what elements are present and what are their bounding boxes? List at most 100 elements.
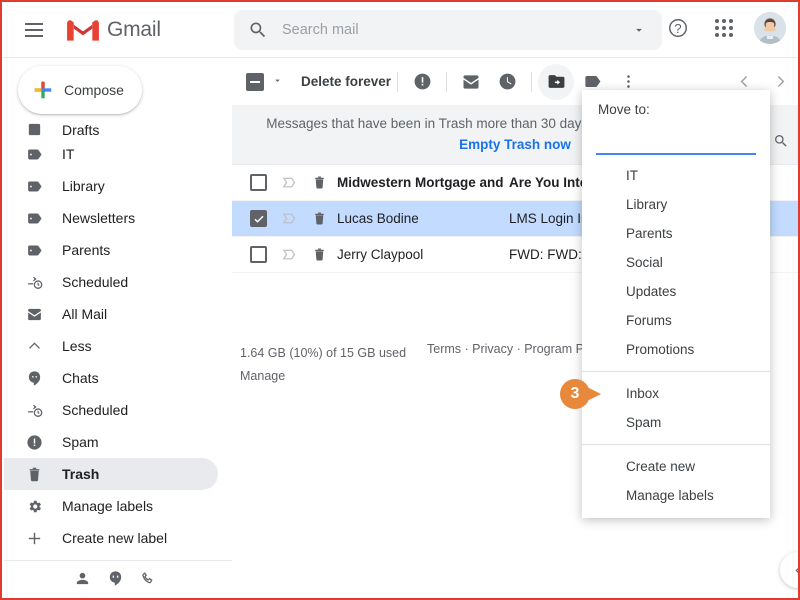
row-checkbox[interactable]: [250, 246, 267, 263]
menu-item-it[interactable]: IT: [582, 161, 770, 190]
label-tag-icon: [26, 146, 62, 163]
avatar[interactable]: [754, 12, 786, 44]
all-mail-icon: [26, 306, 62, 323]
sidebar-item-create-new-label[interactable]: Create new label: [4, 522, 232, 554]
sidebar-item-label: Scheduled: [62, 274, 129, 290]
callout-number: 3: [560, 378, 590, 409]
menu-item-spam[interactable]: Spam: [582, 408, 770, 437]
sidebar-item-label: Parents: [62, 242, 111, 258]
sidebar: Compose Drafts IT Library Newsletters Parent…: [4, 58, 232, 566]
move-to-title: Move to:: [598, 102, 650, 117]
menu-item-social[interactable]: Social: [582, 248, 770, 277]
help-icon[interactable]: ?: [656, 6, 700, 50]
scheduled-icon: [26, 274, 62, 291]
menu-item-label: Create new: [626, 459, 696, 474]
sidebar-item-label: All Mail: [62, 306, 108, 322]
important-marker-icon[interactable]: [281, 210, 298, 227]
move-to-icon[interactable]: [538, 63, 575, 100]
report-spam-icon[interactable]: [404, 64, 440, 100]
search-bar[interactable]: [234, 10, 662, 50]
empty-trash-link[interactable]: Empty Trash now: [459, 137, 571, 152]
sidebar-item-it[interactable]: IT: [4, 138, 232, 170]
label-tag-icon: [26, 242, 62, 259]
sidebar-item-label: Drafts: [62, 122, 100, 138]
sidebar-item-manage-labels[interactable]: Manage labels: [4, 490, 232, 522]
menu-item-forums[interactable]: Forums: [582, 306, 770, 335]
sidebar-item-less[interactable]: Less: [4, 330, 232, 362]
mail-sender: Midwestern Mortgage and: [337, 175, 504, 190]
sidebar-item-label: Library: [62, 178, 105, 194]
header-actions: ?: [656, 6, 790, 50]
search-icon: [234, 20, 282, 40]
menu-divider: [582, 444, 770, 445]
plus-icon: [26, 530, 62, 547]
toolbar-divider: [531, 71, 533, 92]
toolbar-divider: [446, 71, 448, 92]
important-marker-icon[interactable]: [281, 246, 298, 263]
sidebar-item-spam[interactable]: Spam: [4, 426, 232, 458]
indeterminate-checkbox-icon[interactable]: [246, 72, 264, 91]
move-to-search-input[interactable]: [596, 133, 773, 149]
menu-item-label: Spam: [626, 415, 662, 430]
apps-grid-icon[interactable]: [702, 6, 746, 50]
plus-icon: [34, 81, 52, 99]
menu-item-promotions[interactable]: Promotions: [582, 335, 770, 364]
phone-icon[interactable]: [140, 570, 157, 587]
move-to-search[interactable]: [596, 129, 787, 155]
scheduled-icon: [26, 402, 62, 419]
compose-button[interactable]: Compose: [18, 66, 142, 114]
collapse-panel-chevron-left-icon[interactable]: [780, 552, 798, 588]
storage-text: 1.64 GB (10%) of 15 GB used: [240, 346, 407, 360]
chats-icon: [26, 370, 62, 387]
sidebar-item-library[interactable]: Library: [4, 170, 232, 202]
sidebar-item-chats[interactable]: Chats: [4, 362, 232, 394]
toolbar-divider: [397, 71, 399, 92]
gmail-brand[interactable]: Gmail: [66, 17, 161, 43]
sidebar-item-label: Spam: [62, 434, 99, 450]
mark-unread-icon[interactable]: [453, 64, 489, 100]
menu-item-updates[interactable]: Updates: [582, 277, 770, 306]
menu-item-label: Inbox: [626, 386, 660, 401]
sidebar-nav-list: Drafts IT Library Newsletters Parents Schedul…: [4, 120, 232, 554]
label-tag-icon: [26, 178, 62, 195]
contacts-icon[interactable]: [74, 570, 91, 587]
sidebar-item-scheduled[interactable]: Scheduled: [4, 394, 232, 426]
select-all-chevron-down-icon[interactable]: [272, 73, 283, 91]
important-marker-icon[interactable]: [281, 174, 298, 191]
menu-item-create-new[interactable]: Create new: [582, 452, 770, 481]
sidebar-item-newsletters[interactable]: Newsletters: [4, 202, 232, 234]
menu-item-library[interactable]: Library: [582, 190, 770, 219]
snooze-icon[interactable]: [489, 64, 525, 100]
gmail-logo-icon: [67, 19, 99, 41]
hamburger-icon[interactable]: [10, 6, 58, 54]
mail-sender: Jerry Claypool: [337, 247, 424, 262]
delete-forever-button[interactable]: Delete forever: [301, 74, 391, 89]
menu-item-inbox[interactable]: 3 Inbox: [560, 378, 770, 409]
menu-item-manage-labels[interactable]: Manage labels: [582, 481, 770, 510]
chevron-up-icon: [26, 338, 62, 355]
hangouts-icon[interactable]: [107, 570, 124, 587]
row-checkbox[interactable]: [250, 174, 267, 191]
label-tag-icon: [26, 210, 62, 227]
menu-item-parents[interactable]: Parents: [582, 219, 770, 248]
sidebar-item-drafts[interactable]: Drafts: [4, 120, 232, 138]
move-to-list: IT Library Parents Social Updates Forums Promo…: [560, 155, 770, 510]
trash-icon: [312, 211, 327, 226]
sidebar-item-parents[interactable]: Parents: [4, 234, 232, 266]
sidebar-item-label: Trash: [62, 466, 100, 482]
manage-storage-link[interactable]: Manage: [240, 365, 406, 388]
storage-info: 1.64 GB (10%) of 15 GB used Manage: [240, 342, 406, 388]
sidebar-item-trash[interactable]: Trash: [4, 458, 218, 490]
search-input[interactable]: [282, 22, 616, 38]
sidebar-item-label: Scheduled: [62, 402, 129, 418]
sidebar-item-all-mail[interactable]: All Mail: [4, 298, 232, 330]
callout-arrow: [587, 386, 601, 401]
sidebar-item-label: Create new label: [62, 530, 168, 546]
sidebar-item-scheduled[interactable]: Scheduled: [4, 266, 232, 298]
sidebar-item-label: Manage labels: [62, 498, 154, 514]
search-icon: [773, 133, 789, 149]
sidebar-item-label: Less: [62, 338, 92, 354]
menu-item-label: Social: [626, 255, 663, 270]
row-checkbox[interactable]: [250, 210, 267, 227]
sidebar-item-label: IT: [62, 146, 75, 162]
